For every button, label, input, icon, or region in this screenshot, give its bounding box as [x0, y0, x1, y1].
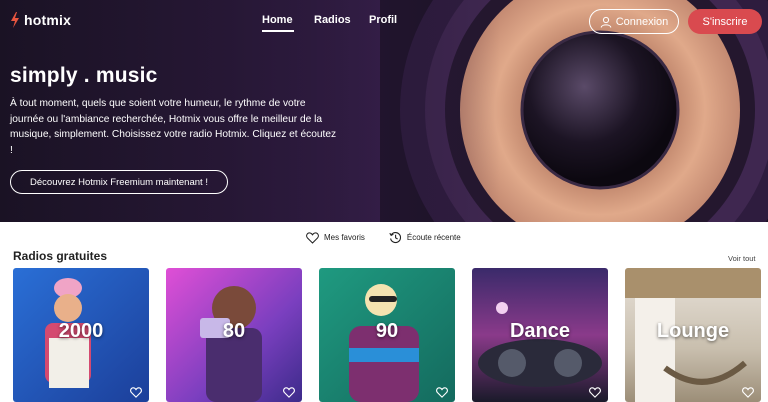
hotmix-logo-icon	[11, 12, 19, 28]
favorite-heart-icon[interactable]	[742, 387, 754, 398]
nav-home[interactable]: Home	[262, 14, 293, 26]
nav-active-indicator	[262, 30, 294, 32]
radio-card-lounge[interactable]: Lounge	[625, 268, 761, 402]
favorite-heart-icon[interactable]	[283, 387, 295, 398]
radio-card-label: 90	[375, 320, 399, 342]
user-icon	[600, 16, 612, 28]
radio-card-2000[interactable]: 2000	[13, 268, 149, 402]
recent-listening-link[interactable]: Écoute récente	[389, 231, 461, 244]
brand-logo[interactable]: hotmix	[10, 12, 71, 28]
section-title: Radios gratuites	[13, 249, 108, 263]
top-navigation: hotmix Home Radios Profil Connexion S'in…	[0, 0, 768, 42]
radio-card-label: 80	[222, 320, 246, 342]
favorite-heart-icon[interactable]	[130, 387, 142, 398]
login-label: Connexion	[615, 15, 669, 28]
radio-card-dance[interactable]: Dance	[472, 268, 608, 402]
nav-profil[interactable]: Profil	[369, 14, 397, 26]
favorite-heart-icon[interactable]	[436, 387, 448, 398]
hero-description: À tout moment, quels que soient votre hu…	[10, 98, 337, 156]
radio-card-label: Lounge	[656, 320, 730, 342]
nav-radios[interactable]: Radios	[314, 14, 351, 26]
login-button[interactable]: Connexion	[589, 9, 679, 34]
signup-label: S'inscrire	[702, 15, 748, 28]
radio-card-80[interactable]: 80	[166, 268, 302, 402]
see-all-link[interactable]: Voir tout	[728, 254, 756, 263]
freemium-cta-label: Découvrez Hotmix Freemium maintenant !	[30, 176, 208, 188]
heart-icon	[306, 231, 319, 244]
history-icon	[389, 232, 401, 244]
quick-links: Mes favoris Écoute récente	[306, 231, 461, 244]
brand-name: hotmix	[24, 12, 72, 28]
favorite-heart-icon[interactable]	[589, 387, 601, 398]
radio-card-label: 2000	[58, 320, 104, 342]
recent-label: Écoute récente	[406, 233, 461, 242]
signup-button[interactable]: S'inscrire	[688, 9, 762, 34]
radio-card-90[interactable]: 90	[319, 268, 455, 402]
hero-title: simply . music	[10, 64, 158, 87]
favorites-link[interactable]: Mes favoris	[306, 231, 365, 244]
favorites-label: Mes favoris	[324, 233, 365, 242]
radio-card-label: Dance	[509, 320, 571, 342]
freemium-cta-button[interactable]: Découvrez Hotmix Freemium maintenant !	[10, 170, 228, 194]
